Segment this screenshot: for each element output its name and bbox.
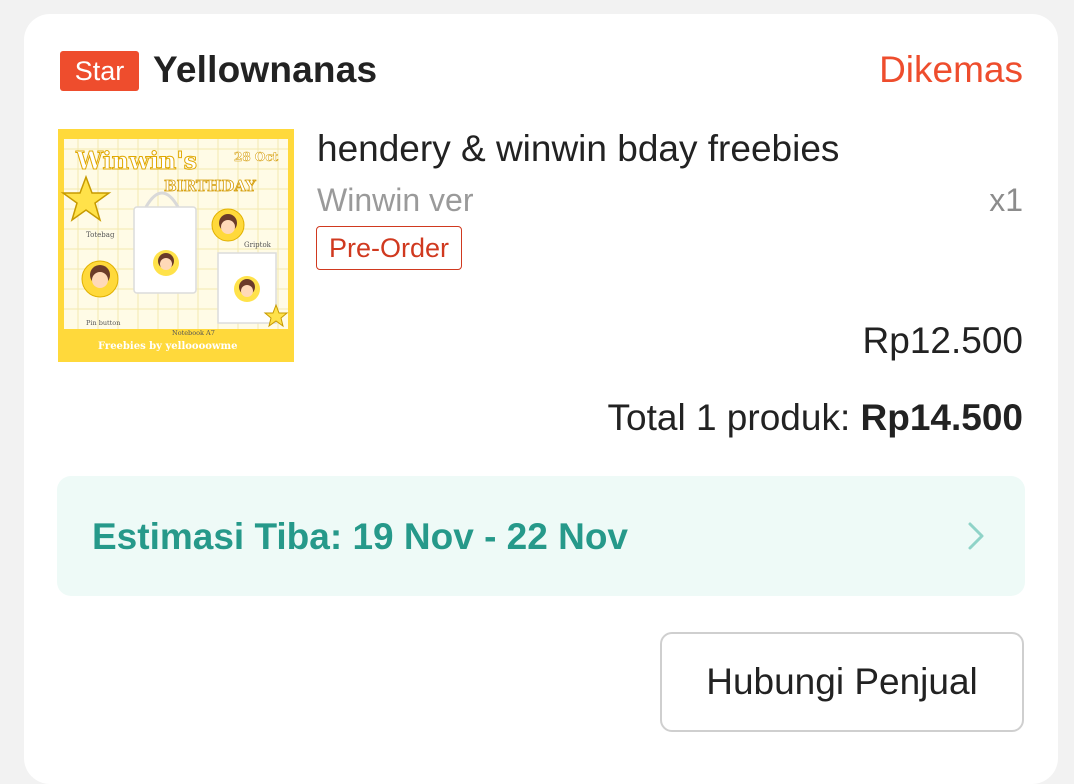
thumb-label-pin: Pin button [86,319,120,327]
product-quantity: x1 [989,182,1023,218]
contact-seller-button[interactable]: Hubungi Penjual [660,632,1024,732]
estimated-arrival-row[interactable]: Estimasi Tiba: 19 Nov - 22 Nov [57,476,1025,596]
totebag-image [133,206,197,294]
product-price: Rp12.500 [862,320,1023,361]
thumb-footer: Freebies by yelloooowme [98,341,237,352]
thumb-label-notebook: Notebook A7 [172,329,215,337]
product-thumbnail[interactable]: Winwin's BIRTHDAY 28 Oct Totebag Griptok… [58,129,294,362]
product-variant: Winwin ver [317,182,474,218]
shop-name[interactable]: Yellownanas [153,48,377,92]
order-card[interactable]: Star Yellownanas Dikemas Winwin's BIRTHD… [24,14,1058,784]
total-label: Total 1 produk: [607,397,861,438]
chevron-right-icon [968,522,984,550]
star-seller-badge: Star [60,51,139,91]
thumb-title-2: BIRTHDAY [164,177,256,195]
thumb-title-1: Winwin's [75,146,197,175]
estimated-arrival-text: Estimasi Tiba: 19 Nov - 22 Nov [92,516,629,557]
total-amount: Rp14.500 [860,397,1024,438]
thumb-date: 28 Oct [234,150,279,164]
order-status: Dikemas [879,49,1023,90]
order-total: Total 1 produk: Rp14.500 [608,396,1023,440]
preorder-tag: Pre-Order [316,226,463,270]
thumb-label-totebag: Totebag [86,231,115,239]
product-title[interactable]: hendery & winwin bday freebies [317,127,839,171]
thumb-label-griptok: Griptok [244,241,272,249]
